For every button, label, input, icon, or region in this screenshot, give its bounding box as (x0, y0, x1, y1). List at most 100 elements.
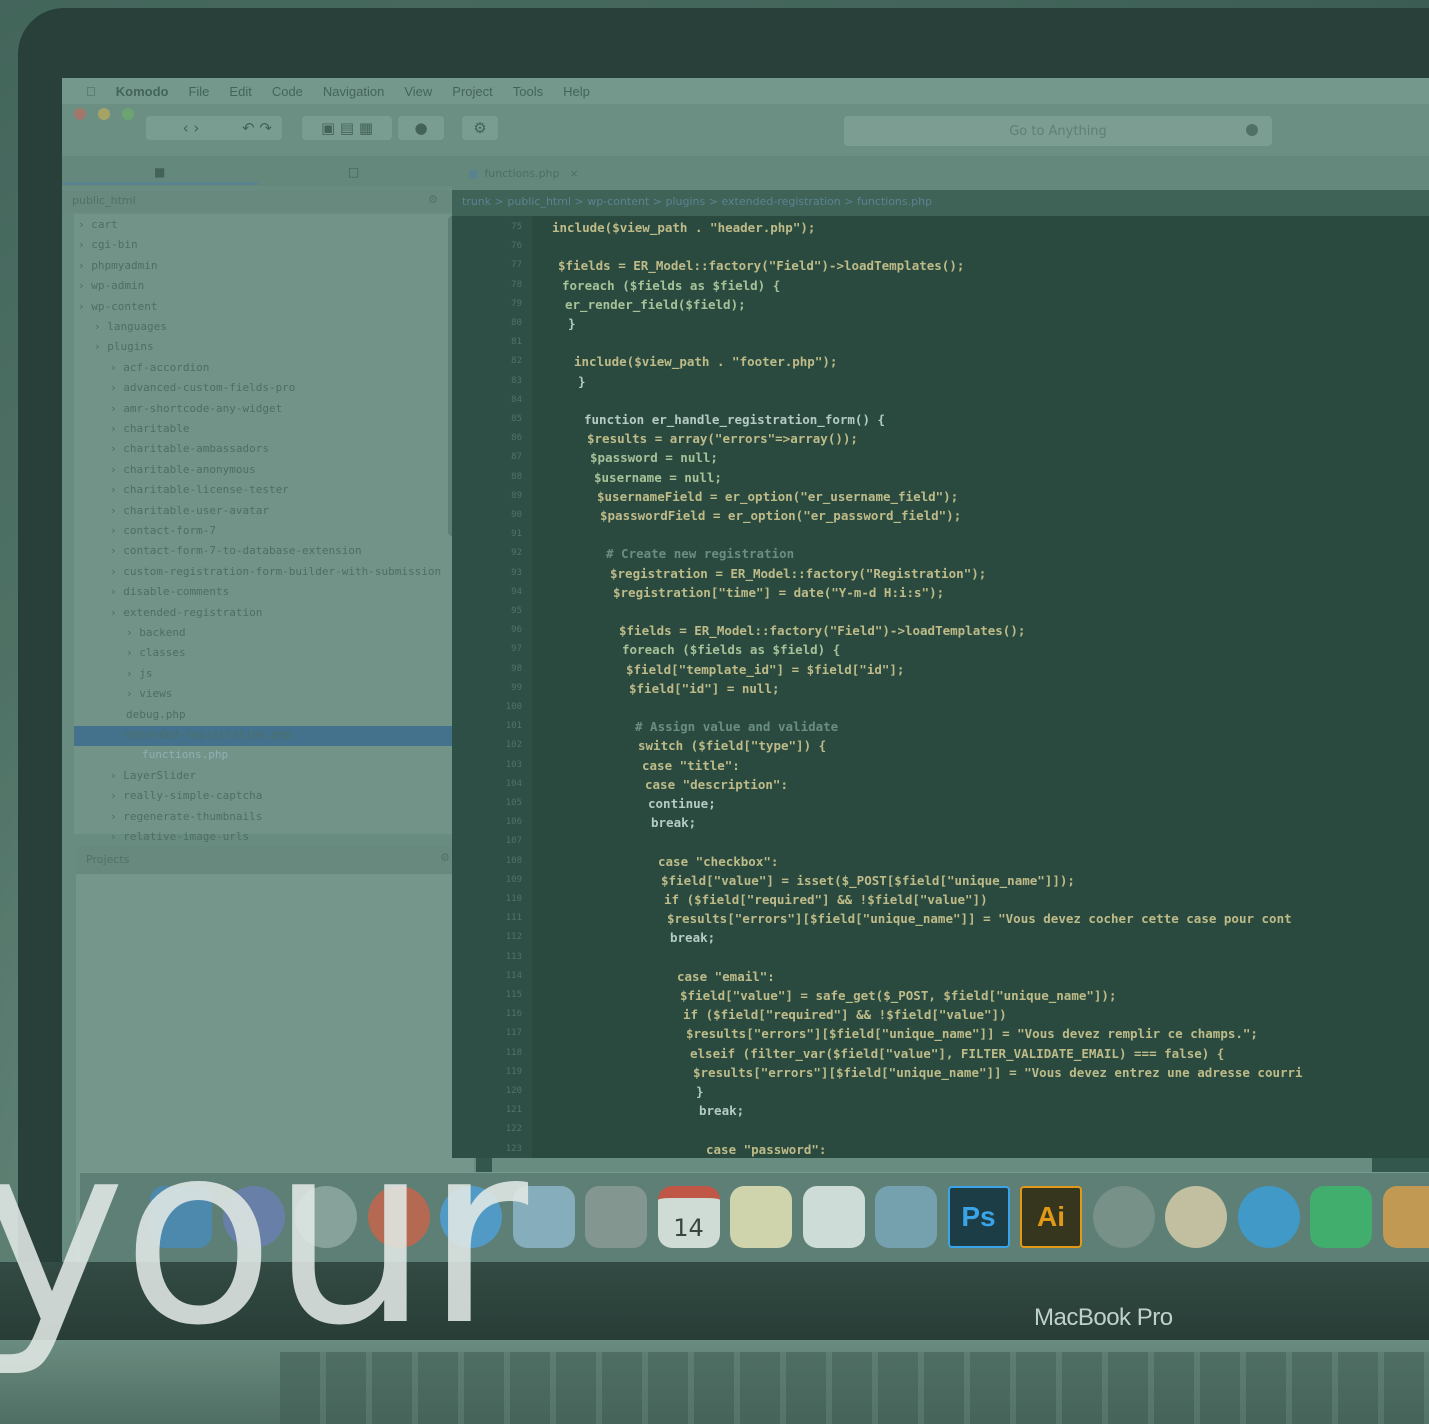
tree-item[interactable]: › custom-registration-form-builder-with-… (110, 565, 441, 578)
tree-item[interactable]: › plugins (94, 340, 154, 353)
code-line: # Create new registration (606, 546, 795, 562)
tree-item[interactable]: › charitable-anonymous (110, 463, 256, 476)
code-line: function er_handle_registration_form() { (584, 412, 886, 427)
tree-item[interactable]: › regenerate-thumbnails (110, 810, 262, 823)
reminders-icon[interactable] (802, 1186, 865, 1248)
photos-icon[interactable] (1165, 1186, 1227, 1248)
menu-file[interactable]: File (188, 84, 209, 99)
code-line: foreach ($fields as $field) { (622, 642, 841, 658)
line-number: 84 (511, 394, 522, 405)
tree-item[interactable]: › wp-content (78, 300, 157, 313)
code-line: $password = null; (590, 450, 718, 466)
tree-item[interactable]: › charitable-ambassadors (110, 442, 269, 455)
side-tabs: ■ □ (62, 156, 476, 186)
close-window-icon[interactable] (74, 108, 86, 120)
tree-item[interactable]: › backend (126, 626, 186, 639)
preview-icon[interactable] (875, 1186, 937, 1248)
tree-item[interactable]: › really-simple-captcha (110, 789, 262, 802)
tree-item[interactable]: › views (126, 687, 172, 700)
tree-item[interactable]: extended-registration.php (126, 728, 292, 741)
tree-item[interactable]: › cart (78, 218, 118, 231)
tree-item[interactable]: › disable-comments (110, 585, 229, 598)
apple-icon[interactable]:  (86, 84, 96, 99)
file-actions-buttons[interactable]: ▣ ▤ ▦ (302, 116, 392, 140)
code-line: case "description": (645, 776, 788, 792)
cinema4d-icon[interactable] (1092, 1186, 1155, 1248)
line-number: 103 (505, 759, 522, 770)
back-forward-buttons[interactable]: ‹ › (146, 116, 236, 140)
line-number: 99 (511, 682, 522, 693)
code-line: $field["template_id"] = $field["id"]; (626, 661, 905, 677)
tree-item[interactable]: › charitable-license-tester (110, 483, 289, 496)
tree-item[interactable]: › amr-shortcode-any-widget (110, 402, 282, 415)
menu-navigation[interactable]: Navigation (323, 84, 384, 99)
tree-item[interactable]: › wp-admin (78, 279, 144, 292)
line-number: 104 (505, 778, 522, 789)
menu-project[interactable]: Project (452, 84, 492, 99)
tree-item[interactable]: debug.php (126, 708, 186, 721)
undo-redo-buttons[interactable]: ↶ ↷ (232, 116, 282, 140)
breadcrumb[interactable]: trunk > public_html > wp-content > plugi… (452, 190, 1429, 216)
tree-item[interactable]: › contact-form-7 (110, 524, 216, 537)
tree-item[interactable]: › charitable-user-avatar (110, 504, 269, 517)
projects-gear-icon[interactable]: ⚙ (440, 851, 450, 864)
notes-icon[interactable] (730, 1186, 792, 1248)
facetime-icon[interactable] (1310, 1186, 1372, 1248)
editor-tab[interactable]: ■ functions.php × (458, 162, 589, 184)
code-line: foreach ($fields as $field) { (562, 277, 781, 293)
menu-tools[interactable]: Tools (513, 84, 543, 99)
messages-icon[interactable] (1237, 1186, 1300, 1248)
menu-edit[interactable]: Edit (229, 84, 251, 99)
code-line: case "email": (677, 968, 775, 984)
goto-anything-input[interactable]: Go to Anything (844, 116, 1272, 146)
folder-tab-icon[interactable]: ■ (154, 165, 165, 179)
gear-icon[interactable]: ⚙ (428, 193, 438, 206)
tree-item[interactable]: › LayerSlider (110, 769, 196, 782)
tree-item[interactable]: functions.php (142, 748, 228, 761)
minimize-window-icon[interactable] (98, 108, 110, 120)
tree-item[interactable]: › charitable (110, 422, 189, 435)
tree-item[interactable]: › classes (126, 646, 186, 659)
code-line: $results["errors"][$field["unique_name"]… (667, 911, 1292, 927)
calendar-icon[interactable]: 14 (657, 1186, 720, 1248)
tree-item[interactable]: › cgi-bin (78, 238, 138, 251)
horizontal-scrollbar[interactable] (492, 1158, 1372, 1172)
projects-header: Projects ⚙ (76, 846, 474, 874)
tree-item[interactable]: › advanced-custom-fields-pro (110, 381, 295, 394)
tree-item[interactable]: › extended-registration (110, 606, 262, 619)
menu-app[interactable]: Komodo (116, 84, 169, 99)
tree-item[interactable]: › phpmyadmin (78, 259, 157, 272)
line-number: 86 (511, 433, 522, 444)
projects-label: Projects (86, 853, 130, 866)
line-number: 105 (505, 798, 522, 808)
illustrator-icon[interactable]: Ai (1020, 1186, 1082, 1248)
menu-code[interactable]: Code (272, 84, 303, 99)
line-number: 80 (511, 318, 522, 328)
tree-item[interactable]: › relative-image-urls (110, 830, 249, 843)
code-line: $results["errors"][$field["unique_name"]… (686, 1026, 1258, 1042)
code-line: } (578, 373, 586, 389)
system-preferences-icon[interactable] (585, 1186, 647, 1248)
debug-button[interactable]: ● (398, 116, 444, 140)
line-number: 92 (511, 548, 522, 559)
places-path[interactable]: public_html ⚙ (62, 190, 476, 212)
php-file-icon: ■ (468, 166, 479, 180)
file-tab-icon[interactable]: □ (348, 165, 359, 179)
settings-button[interactable]: ⚙ (462, 116, 498, 140)
menu-view[interactable]: View (404, 84, 432, 99)
places-path-label: public_html (72, 194, 136, 207)
tree-item[interactable]: › contact-form-7-to-database-extension (110, 544, 362, 557)
pages-icon[interactable] (1382, 1186, 1429, 1248)
line-number: 111 (505, 913, 522, 924)
menu-help[interactable]: Help (563, 84, 590, 99)
line-number: 100 (505, 702, 522, 712)
code-line: $results["errors"][$field["unique_name"]… (693, 1064, 1303, 1080)
tree-item[interactable]: › js (126, 667, 153, 680)
tree-item[interactable]: › acf-accordion (110, 361, 209, 374)
tree-item[interactable]: › languages (94, 320, 167, 333)
line-number: 114 (505, 970, 522, 981)
photoshop-icon[interactable]: Ps (947, 1186, 1010, 1248)
line-number: 112 (505, 932, 522, 943)
zoom-window-icon[interactable] (122, 108, 134, 120)
close-tab-icon[interactable]: × (570, 167, 579, 180)
